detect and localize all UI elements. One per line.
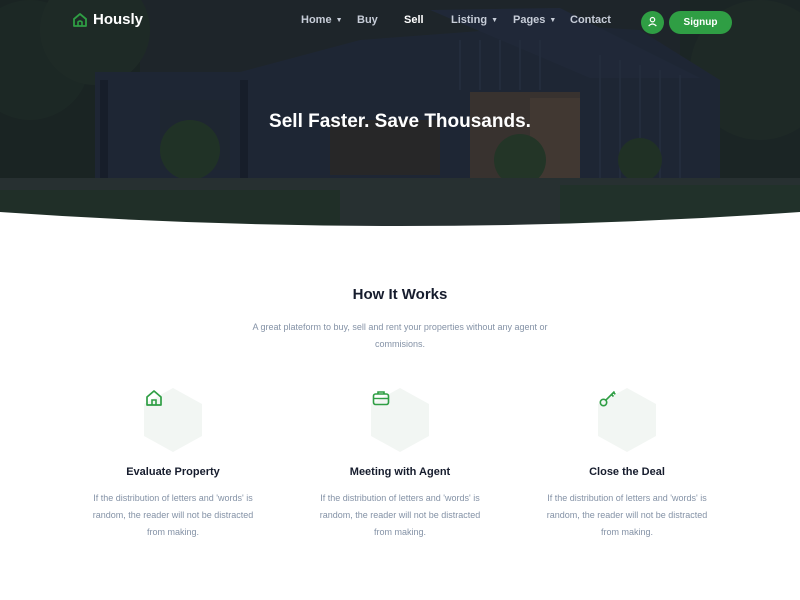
nav-buy[interactable]: Buy bbox=[357, 14, 378, 26]
hero-section: Hously Home ▼ Buy Sell Listing ▼ Pages ▼ bbox=[0, 0, 800, 228]
nav-buy-label: Buy bbox=[357, 14, 378, 26]
step-icon-badge bbox=[371, 388, 429, 452]
user-icon bbox=[647, 14, 658, 32]
signup-button[interactable]: Signup bbox=[669, 11, 732, 34]
nav-listing[interactable]: Listing ▼ bbox=[451, 14, 498, 26]
step-title: Close the Deal bbox=[589, 466, 665, 478]
home-icon bbox=[144, 388, 202, 452]
top-navbar: Hously Home ▼ Buy Sell Listing ▼ Pages ▼ bbox=[0, 0, 800, 44]
nav-home[interactable]: Home ▼ bbox=[301, 14, 343, 26]
nav-contact[interactable]: Contact bbox=[570, 14, 611, 26]
step-description: If the distribution of letters and 'word… bbox=[546, 493, 708, 537]
section-title: How It Works bbox=[352, 286, 448, 303]
nav-sell-label: Sell bbox=[404, 14, 424, 26]
chevron-down-icon: ▼ bbox=[549, 16, 557, 24]
chevron-down-icon: ▼ bbox=[491, 16, 498, 24]
step-icon-badge bbox=[144, 388, 202, 452]
key-icon bbox=[598, 388, 656, 452]
step-title: Evaluate Property bbox=[126, 466, 220, 478]
hero-title: Sell Faster. Save Thousands. bbox=[269, 111, 531, 132]
chevron-down-icon: ▼ bbox=[335, 16, 343, 24]
briefcase-icon bbox=[371, 388, 429, 452]
user-account-button[interactable] bbox=[641, 11, 664, 34]
step-card-meeting: Meeting with Agent If the distribution o… bbox=[310, 388, 490, 541]
nav-listing-label: Listing bbox=[451, 14, 488, 26]
step-card-evaluate: Evaluate Property If the distribution of… bbox=[83, 388, 263, 541]
nav-pages-label: Pages bbox=[513, 14, 546, 26]
nav-contact-label: Contact bbox=[570, 14, 611, 26]
step-description: If the distribution of letters and 'word… bbox=[92, 493, 254, 537]
section-subtitle: A great plateform to buy, sell and rent … bbox=[252, 322, 548, 349]
step-description: If the distribution of letters and 'word… bbox=[319, 493, 481, 537]
step-title: Meeting with Agent bbox=[349, 466, 451, 478]
step-card-close: Close the Deal If the distribution of le… bbox=[537, 388, 717, 541]
nav-sell[interactable]: Sell bbox=[404, 14, 424, 26]
nav-home-label: Home bbox=[301, 14, 332, 26]
nav-pages[interactable]: Pages ▼ bbox=[513, 14, 556, 26]
step-icon-badge bbox=[598, 388, 656, 452]
